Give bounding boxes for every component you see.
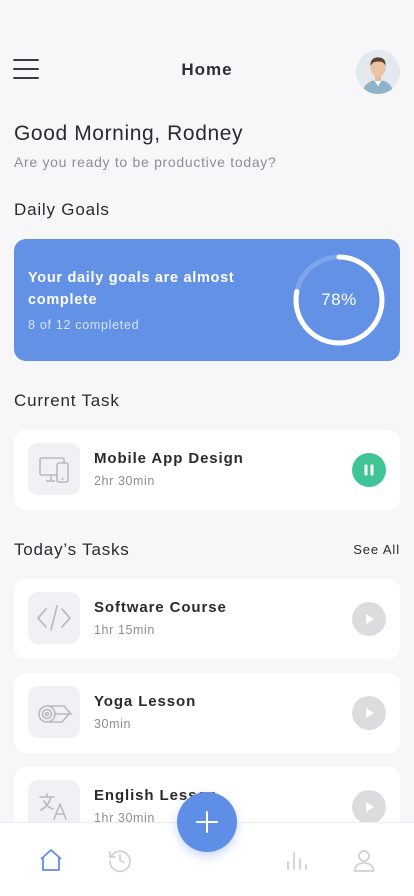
add-task-button[interactable] — [177, 792, 237, 852]
todays-tasks-title: Today’s Tasks — [14, 540, 130, 559]
task-name: Software Course — [94, 599, 227, 616]
task-card-yoga-lesson[interactable]: Yoga Lesson 30min — [14, 673, 400, 753]
top-bar: Home — [0, 46, 414, 96]
task-card-software-course[interactable]: Software Course 1hr 15min — [14, 579, 400, 659]
devices-icon — [28, 443, 80, 495]
daily-goals-message: Your daily goals are almost complete — [28, 270, 235, 308]
progress-percent: 78% — [321, 290, 357, 309]
daily-goals-card[interactable]: Your daily goals are almost complete 8 o… — [14, 239, 400, 361]
stats-icon[interactable] — [283, 847, 309, 873]
play-icon — [366, 802, 374, 812]
see-all-link[interactable]: See All — [353, 542, 400, 557]
yoga-mat-icon — [28, 686, 80, 738]
play-icon — [366, 708, 374, 718]
current-task-name: Mobile App Design — [94, 450, 244, 467]
history-icon[interactable] — [107, 847, 133, 873]
play-button[interactable] — [352, 602, 386, 636]
current-task-duration: 2hr 30min — [94, 474, 155, 488]
greeting-subtitle: Are you ready to be productive today? — [14, 154, 277, 170]
page-title: Home — [181, 60, 233, 79]
task-name: Yoga Lesson — [94, 693, 197, 710]
current-task-title: Current Task — [14, 391, 120, 410]
home-icon[interactable] — [38, 847, 64, 873]
pause-button[interactable] — [352, 453, 386, 487]
daily-goals-progress-text: 8 of 12 completed — [28, 318, 140, 332]
user-avatar-image — [356, 50, 400, 94]
profile-icon[interactable] — [351, 847, 377, 873]
daily-goals-title: Daily Goals — [14, 200, 110, 219]
task-duration: 1hr 15min — [94, 623, 155, 637]
play-icon — [366, 614, 374, 624]
code-icon — [28, 592, 80, 644]
greeting-title: Good Morning, Rodney — [14, 122, 244, 145]
plus-icon — [196, 811, 218, 833]
play-button[interactable] — [352, 790, 386, 824]
task-duration: 30min — [94, 717, 132, 731]
play-button[interactable] — [352, 696, 386, 730]
pause-icon — [364, 464, 374, 476]
current-task-card[interactable]: Mobile App Design 2hr 30min — [14, 430, 400, 510]
avatar[interactable] — [356, 50, 400, 94]
